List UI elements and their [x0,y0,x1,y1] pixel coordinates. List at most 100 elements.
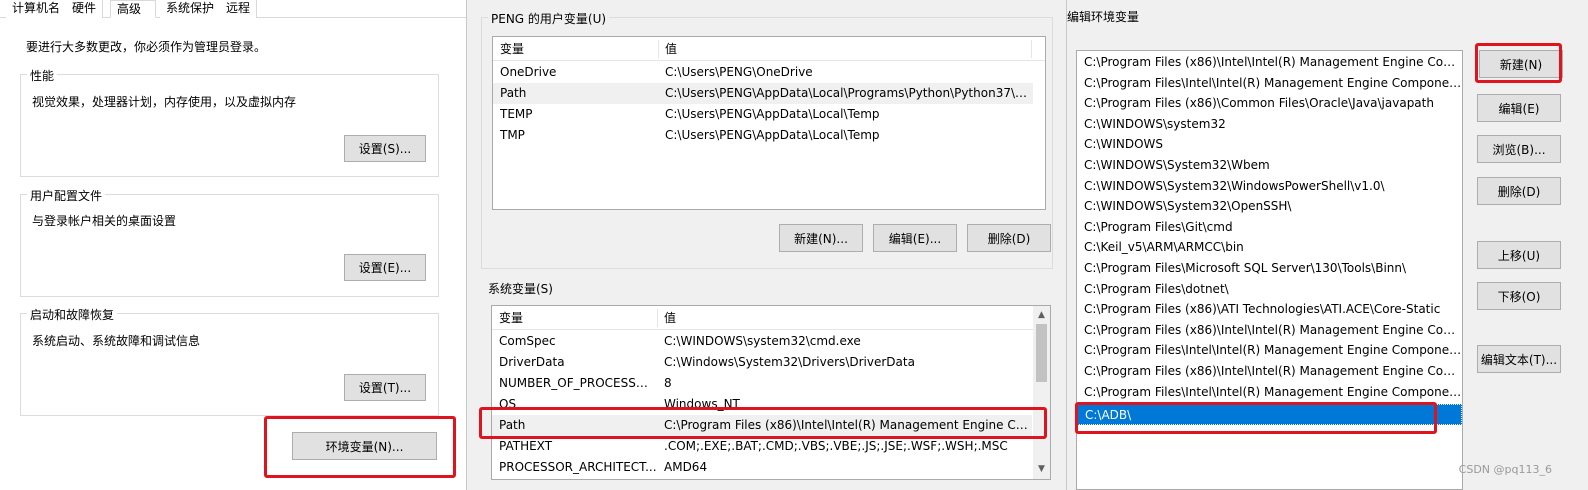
system-variables-title: 系统变量(S) [488,282,553,296]
list-item[interactable]: C:\WINDOWS\System32\WindowsPowerShell\v1… [1077,176,1462,197]
table-row[interactable]: OS Windows_NT [492,394,1032,415]
tab-advanced[interactable]: 高级 [110,0,156,18]
edit-text-button[interactable]: 编辑文本(T)... [1477,345,1561,373]
table-row[interactable]: TEMP C:\Users\PENG\AppData\Local\Temp [493,104,1033,125]
variable-name: OS [499,397,517,411]
variable-value: Windows_NT [664,397,740,411]
performance-group: 性能 视觉效果，处理器计划，内存使用，以及虚拟内存 设置(S)... [20,67,439,177]
variable-name: Path [500,86,527,100]
variable-value: C:\Users\PENG\OneDrive [665,65,813,79]
table-row[interactable]: PROCESSOR_ARCHITECT... AMD64 [492,457,1032,478]
column-value-header[interactable]: 值 [657,306,676,330]
tab-remote[interactable]: 远程 [220,0,258,18]
list-item[interactable]: C:\WINDOWS\System32\Wbem [1077,155,1462,176]
variable-name: TEMP [500,107,533,121]
variable-name: OneDrive [500,65,557,79]
environment-variables-button[interactable]: 环境变量(N)... [292,432,437,460]
table-row[interactable]: ComSpec C:\WINDOWS\system32\cmd.exe [492,331,1032,352]
tab-system-protection[interactable]: 系统保护 [160,0,222,18]
user-profiles-title: 用户配置文件 [27,187,106,204]
list-item[interactable]: C:\Program Files (x86)\Common Files\Orac… [1077,93,1462,114]
list-item[interactable]: C:\Program Files\Intel\Intel(R) Manageme… [1077,340,1462,361]
table-row[interactable]: DriverData C:\Windows\System32\Drivers\D… [492,352,1032,373]
list-item[interactable]: C:\Program Files (x86)\Intel\Intel(R) Ma… [1077,320,1462,341]
performance-settings-button[interactable]: 设置(S)... [344,135,426,162]
list-item[interactable]: C:\WINDOWS\system32 [1077,114,1462,135]
admin-note: 要进行大多数更改，你必须作为管理员登录。 [26,40,267,54]
tab-strip: 计算机名 硬件 高级 系统保护 远程 [0,0,466,18]
edit-delete-button[interactable]: 删除(D) [1477,177,1561,205]
list-item[interactable]: C:\Program Files\Git\cmd [1077,217,1462,238]
path-entries-list[interactable]: C:\Program Files (x86)\Intel\Intel(R) Ma… [1076,50,1463,490]
variable-name: NUMBER_OF_PROCESSORS [499,376,657,390]
edit-new-button[interactable]: 新建(N) [1479,50,1563,78]
move-up-button[interactable]: 上移(U) [1477,241,1561,269]
scroll-up-arrow-icon[interactable]: ▲ [1033,306,1050,323]
variable-value: AMD64 [664,460,708,474]
list-item[interactable]: C:\Program Files (x86)\Intel\Intel(R) Ma… [1077,361,1462,382]
variable-name: Path [499,418,526,432]
table-row[interactable]: NUMBER_OF_PROCESSORS 8 [492,373,1032,394]
user-profiles-group: 用户配置文件 与登录帐户相关的桌面设置 设置(E)... [20,187,439,297]
system-variables-list[interactable]: 变量 值 ComSpec C:\WINDOWS\system32\cmd.exe… [491,305,1051,480]
environment-variables-pane: PENG 的用户变量(U) 变量 值 OneDrive C:\Users\PEN… [466,0,1066,490]
edit-environment-variable-pane: 编辑环境变量 C:\Program Files (x86)\Intel\Inte… [1066,0,1588,490]
user-variables-list[interactable]: 变量 值 OneDrive C:\Users\PENG\OneDrive Pat… [492,36,1046,210]
scrollbar-thumb[interactable] [1036,324,1047,382]
user-edit-button[interactable]: 编辑(E)... [873,224,957,252]
list-item[interactable]: C:\Program Files (x86)\ATI Technologies\… [1077,299,1462,320]
performance-title: 性能 [27,67,58,84]
table-row[interactable]: OneDrive C:\Users\PENG\OneDrive [493,62,1033,83]
variable-value: C:\WINDOWS\system32\cmd.exe [664,334,861,348]
system-variables-scrollbar[interactable]: ▲ ▼ [1033,306,1050,479]
table-row[interactable]: PATHEXT .COM;.EXE;.BAT;.CMD;.VBS;.VBE;.J… [492,436,1032,457]
variable-value: C:\Users\PENG\AppData\Local\Temp [665,128,880,142]
watermark: CSDN @pq113_6 [1458,463,1552,476]
variable-value: C:\Users\PENG\AppData\Local\Temp [665,107,880,121]
edit-edit-button[interactable]: 编辑(E) [1477,94,1561,122]
variable-value: 8 [664,376,672,390]
variable-name: DriverData [499,355,565,369]
variable-value: .COM;.EXE;.BAT;.CMD;.VBS;.VBE;.JS;.JSE;.… [664,439,1008,453]
move-down-button[interactable]: 下移(O) [1477,282,1561,310]
column-variable-header[interactable]: 变量 [492,306,523,330]
user-variables-group: PENG 的用户变量(U) 变量 值 OneDrive C:\Users\PEN… [481,10,1053,269]
system-variables-header: 变量 值 [492,306,1050,330]
list-item[interactable]: C:\Program Files (x86)\Intel\Intel(R) Ma… [1077,52,1462,73]
table-row[interactable]: Path C:\Users\PENG\AppData\Local\Program… [493,83,1033,104]
list-item[interactable]: C:\WINDOWS [1077,134,1462,155]
startup-recovery-title: 启动和故障恢复 [27,306,118,323]
system-properties-pane: 计算机名 硬件 高级 系统保护 远程 要进行大多数更改，你必须作为管理员登录。 … [0,0,466,490]
list-item[interactable]: C:\Program Files\Intel\Intel(R) Manageme… [1077,73,1462,94]
variable-value: C:\Program Files (x86)\Intel\Intel(R) Ma… [664,418,1032,432]
tab-computer-name[interactable]: 计算机名 [6,0,68,18]
list-item[interactable]: C:\Program Files\dotnet\ [1077,279,1462,300]
list-item[interactable]: C:\WINDOWS\System32\OpenSSH\ [1077,196,1462,217]
list-item[interactable]: C:\Program Files\Intel\Intel(R) Manageme… [1077,382,1462,403]
user-new-button[interactable]: 新建(N)... [779,224,863,252]
startup-recovery-description: 系统启动、系统故障和调试信息 [32,334,201,348]
table-row[interactable]: TMP C:\Users\PENG\AppData\Local\Temp [493,125,1033,146]
list-item[interactable]: C:\Keil_v5\ARM\ARMCC\bin [1077,237,1462,258]
list-item[interactable]: C:\Program Files\Microsoft SQL Server\13… [1077,258,1462,279]
variable-name: PROCESSOR_ARCHITECT... [499,460,657,474]
user-variables-title: PENG 的用户变量(U) [488,10,610,27]
table-row[interactable]: Path C:\Program Files (x86)\Intel\Intel(… [492,415,1032,436]
scroll-down-arrow-icon[interactable]: ▼ [1033,460,1050,477]
edit-dialog-title: 编辑环境变量 [1067,10,1140,24]
edit-browse-button[interactable]: 浏览(B)... [1477,135,1561,163]
variable-name: ComSpec [499,334,556,348]
tab-hardware[interactable]: 硬件 [66,0,104,18]
column-variable-header[interactable]: 变量 [493,37,524,61]
user-profiles-settings-button[interactable]: 设置(E)... [344,254,426,281]
user-profiles-description: 与登录帐户相关的桌面设置 [32,214,177,228]
user-delete-button[interactable]: 删除(D) [967,224,1051,252]
variable-name: TMP [500,128,525,142]
column-value-header[interactable]: 值 [658,37,677,61]
variable-value: C:\Windows\System32\Drivers\DriverData [664,355,915,369]
user-variables-header: 变量 值 [493,37,1045,61]
performance-description: 视觉效果，处理器计划，内存使用，以及虚拟内存 [32,95,297,109]
list-item-selected[interactable]: C:\ADB\ [1077,404,1462,425]
startup-recovery-group: 启动和故障恢复 系统启动、系统故障和调试信息 设置(T)... [20,306,439,416]
startup-recovery-settings-button[interactable]: 设置(T)... [344,374,426,401]
